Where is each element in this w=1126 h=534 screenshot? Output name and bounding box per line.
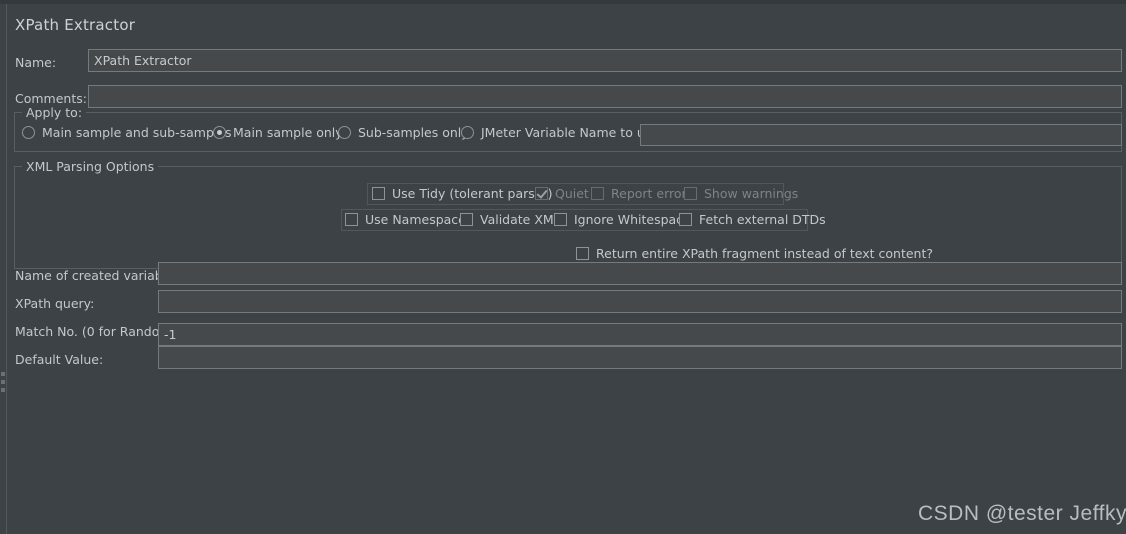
- checkbox-label: Fetch external DTDs: [699, 212, 826, 227]
- checkbox-label: Quiet: [555, 186, 589, 201]
- watermark-text: CSDN @tester Jeffky: [918, 502, 1126, 525]
- page-title: XPath Extractor: [15, 16, 136, 34]
- radio-label: Sub-samples only: [358, 125, 469, 140]
- comments-input[interactable]: [88, 85, 1122, 108]
- match-no-label: Match No. (0 for Random):: [15, 324, 181, 339]
- default-value-input[interactable]: [158, 346, 1122, 369]
- radio-label: Main sample and sub-samples: [42, 125, 232, 140]
- radio-jmeter-variable-name[interactable]: JMeter Variable Name to use: [461, 125, 659, 140]
- panel-content: XPath Extractor Name: XPath Extractor Co…: [8, 4, 1126, 534]
- checkbox-show-warnings[interactable]: Show warnings: [684, 186, 798, 201]
- name-of-created-variable-input[interactable]: [158, 262, 1122, 285]
- splitter-grip-icon[interactable]: [1, 372, 5, 394]
- checkbox-ignore-whitespace[interactable]: Ignore Whitespace: [554, 212, 691, 227]
- name-label: Name:: [15, 55, 57, 70]
- radio-sub-samples-only[interactable]: Sub-samples only: [338, 125, 469, 140]
- checkbox-icon: [372, 187, 385, 200]
- checkbox-label: Use Namespaces: [365, 212, 473, 227]
- checkbox-validate-xml[interactable]: Validate XML: [460, 212, 561, 227]
- radio-label: Main sample only: [233, 125, 343, 140]
- checkbox-use-tidy[interactable]: Use Tidy (tolerant parser): [372, 186, 553, 201]
- default-value-label: Default Value:: [15, 352, 104, 367]
- checkbox-label: Show warnings: [704, 186, 799, 201]
- checkbox-icon: [554, 213, 567, 226]
- radio-label: JMeter Variable Name to use: [481, 125, 659, 140]
- radio-main-sample-only[interactable]: Main sample only: [213, 125, 343, 140]
- checkbox-icon: [679, 213, 692, 226]
- checkbox-icon: [591, 187, 604, 200]
- checkbox-label: Return entire XPath fragment instead of …: [596, 246, 933, 261]
- checkbox-label: Ignore Whitespace: [574, 212, 691, 227]
- checkbox-icon: [684, 187, 697, 200]
- xpath-query-label: XPath query:: [15, 296, 95, 311]
- checkbox-use-namespaces[interactable]: Use Namespaces: [345, 212, 472, 227]
- radio-icon: [213, 126, 226, 139]
- checkbox-icon: [460, 213, 473, 226]
- xpath-extractor-panel: XPath Extractor Name: XPath Extractor Co…: [0, 0, 1126, 534]
- checkbox-report-errors[interactable]: Report errors: [591, 186, 693, 201]
- checkbox-icon: [345, 213, 358, 226]
- apply-to-group-title: Apply to:: [22, 105, 87, 120]
- radio-icon: [338, 126, 351, 139]
- left-splitter-rail[interactable]: [0, 4, 7, 534]
- checkbox-quiet[interactable]: Quiet: [535, 186, 589, 201]
- name-input[interactable]: XPath Extractor: [88, 49, 1122, 72]
- checkbox-label: Use Tidy (tolerant parser): [392, 186, 553, 201]
- checkbox-fetch-external-dtds[interactable]: Fetch external DTDs: [679, 212, 826, 227]
- checkbox-return-entire-fragment[interactable]: Return entire XPath fragment instead of …: [576, 246, 933, 261]
- checkbox-label: Validate XML: [480, 212, 561, 227]
- radio-icon: [461, 126, 474, 139]
- checkbox-label: Report errors: [611, 186, 694, 201]
- radio-icon: [22, 126, 35, 139]
- match-no-input[interactable]: -1: [158, 323, 1122, 346]
- radio-main-sample-and-sub-samples[interactable]: Main sample and sub-samples: [22, 125, 232, 140]
- checkbox-icon: [576, 247, 589, 260]
- xpath-query-input[interactable]: [158, 290, 1122, 313]
- comments-label: Comments:: [15, 91, 87, 106]
- checkbox-icon: [535, 187, 548, 200]
- jmeter-variable-name-input[interactable]: [640, 124, 1122, 146]
- name-of-created-variable-label: Name of created variable:: [15, 268, 179, 283]
- xml-parsing-options-group-title: XML Parsing Options: [22, 159, 159, 174]
